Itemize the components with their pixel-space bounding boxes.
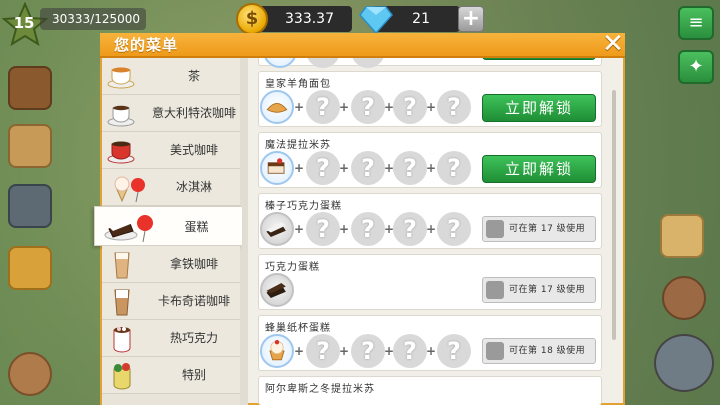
question-slot: ? [351,212,385,246]
cupcake-icon [260,334,294,368]
question-slot: ? [393,212,427,246]
food-icon[interactable] [8,352,52,396]
category-espresso[interactable]: 意大利特浓咖啡 [102,95,240,132]
category-special[interactable]: 特别 [102,357,240,394]
gift-icon[interactable] [8,246,52,290]
question-slot: ? [437,212,471,246]
recipe-name: 榛子巧克力蛋糕 [265,201,342,212]
locked-level-badge: 可在第 17 级使用 [482,277,596,303]
hot-chocolate-icon [106,324,138,354]
cappuccino-glass-icon [106,287,138,317]
plus-sign: + [426,344,437,358]
latte-glass-icon [106,250,138,280]
recipe-name: 巧克力蛋糕 [265,262,320,273]
plus-sign: + [339,100,350,114]
category-latte[interactable]: 拿铁咖啡 [102,246,240,283]
question-slot: ? [306,151,340,185]
plus-sign: + [426,161,437,175]
category-label: 意大利特浓咖啡 [151,106,236,120]
list-scrollbar[interactable] [612,90,616,340]
category-cake[interactable]: 蛋糕 [94,206,242,246]
plus-sign: + [426,222,437,236]
lock-icon [486,342,504,360]
question-slot: ? [437,334,471,368]
category-label: 美式咖啡 [169,143,218,157]
recipe-name: 皇家羊角面包 [265,79,331,90]
question-slot: ? [306,90,340,124]
question-slot: ? [306,334,340,368]
category-label: 卡布奇诺咖啡 [157,294,230,308]
unlock-level-text: 可在第 18 级使用 [509,346,586,356]
category-label: 热巧克力 [169,331,218,345]
locked-level-badge: 可在第 18 级使用 [482,338,596,364]
croissant-icon [260,90,294,124]
plus-sign: + [426,100,437,114]
gem-amount: 21 [412,11,430,27]
recipe-name: 魔法提拉米苏 [265,140,331,151]
coin-amount: 333.37 [285,11,334,27]
locked-level-badge: 可在第 17 级使用 [482,216,596,242]
question-slot: ? [437,151,471,185]
coffee-icon[interactable] [662,276,706,320]
tiramisu-icon [260,151,294,185]
plus-sign: + [339,344,350,358]
question-slot: ? [393,90,427,124]
map-icon[interactable] [660,214,704,258]
level-number: 15 [13,14,35,32]
panel-title-overlay: 您的菜单 [114,36,179,54]
category-americano[interactable]: 美式咖啡 [102,132,240,169]
tea-cup-icon [106,62,138,92]
category-label: 特别 [181,368,206,382]
category-cappuccino[interactable]: 卡布奇诺咖啡 [102,283,240,320]
category-label: 冰淇淋 [175,180,212,194]
category-label: 茶 [187,69,200,83]
category-ice-cream[interactable]: 冰淇淋 [102,169,240,206]
lock-icon [486,220,504,238]
espresso-cup-icon [106,99,138,129]
unlock-now-button[interactable]: 立即解锁 [482,94,596,122]
category-label: 蛋糕 [184,220,209,234]
coin-icon: $ [236,3,268,35]
panel-header-cover [100,33,625,58]
ice-cream-icon [106,173,145,203]
category-label: 拿铁咖啡 [169,257,218,271]
unlock-now-button[interactable]: 立即解锁 [482,155,596,183]
hazelnut-cake-icon [260,212,294,246]
close-button[interactable]: ✕ [600,31,626,58]
plus-sign: + [294,344,305,358]
gamepad-button[interactable]: ✦ [678,50,714,84]
plus-sign: + [294,100,305,114]
register-icon[interactable] [654,334,714,392]
question-slot: ? [393,151,427,185]
question-slot: ? [437,90,471,124]
pos-icon[interactable] [8,184,52,228]
category-tea[interactable]: 茶 [102,58,240,95]
plus-sign: + [339,222,350,236]
special-drink-icon [106,361,138,391]
add-currency-button[interactable]: + [458,6,484,32]
recipe-name: 阿尔卑斯之冬提拉米苏 [265,384,375,395]
menu-button[interactable]: ≡ [678,6,714,40]
plus-sign: + [294,222,305,236]
category-hot-chocolate[interactable]: 热巧克力 [102,320,240,357]
americano-cup-icon [106,136,138,166]
plus-sign: + [339,161,350,175]
question-slot: ? [351,90,385,124]
xp-progress: 30333/125000 [40,8,146,30]
recipe-icon[interactable] [8,124,52,168]
question-slot: ? [351,334,385,368]
chocolate-cake-icon [260,273,294,307]
unlock-level-text: 可在第 17 级使用 [509,224,586,234]
recipe-name: 蜂巢纸杯蛋糕 [265,323,331,334]
lock-icon [486,281,504,299]
book-icon[interactable] [8,66,52,110]
gem-icon [359,6,393,35]
unlock-level-text: 可在第 17 级使用 [509,285,586,295]
question-slot: ? [306,212,340,246]
question-slot: ? [393,334,427,368]
question-slot: ? [351,151,385,185]
cake-icon [103,211,155,243]
plus-sign: + [294,161,305,175]
